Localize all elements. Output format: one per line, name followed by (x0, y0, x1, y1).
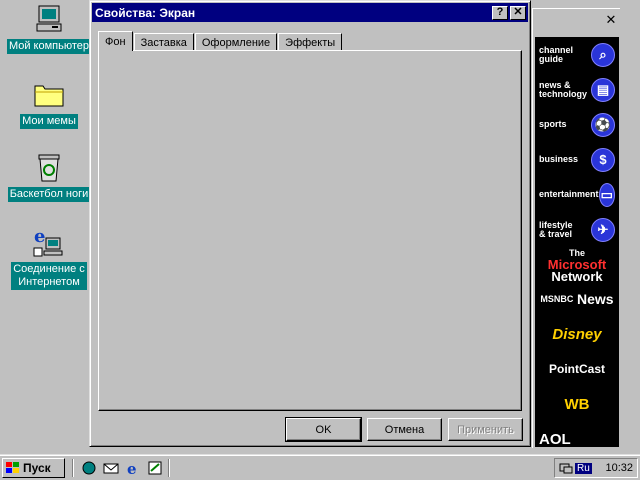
business-icon: $ (591, 147, 615, 172)
news-technology-item[interactable]: news & technology ▤ (535, 72, 619, 107)
tab-background[interactable]: Фон (98, 31, 133, 51)
business-item[interactable]: business $ (535, 142, 619, 177)
computer-icon (32, 2, 66, 36)
ok-button[interactable]: OK (285, 417, 362, 442)
show-desktop-icon[interactable] (80, 459, 98, 477)
desktop: Мой компьютер Мои мемы Баскетбол ноги e (0, 0, 640, 454)
start-label: Пуск (23, 461, 51, 475)
clock[interactable]: 10:32 (605, 462, 633, 474)
dialog-titlebar[interactable]: Свойства: Экран ? ✕ (92, 3, 528, 22)
close-button[interactable]: ✕ (510, 5, 526, 20)
svg-text:e: e (127, 460, 137, 476)
desktop-icon-memes-folder[interactable]: Мои мемы (4, 77, 94, 129)
svg-text:e: e (34, 226, 45, 247)
desktop-icon-label: Мой компьютер (6, 39, 92, 54)
channel-list: channel guide ⌕ news & technology ▤ sports… (535, 37, 619, 447)
cancel-button[interactable]: Отмена (367, 418, 442, 441)
sports-item[interactable]: sports ⚽ (535, 107, 619, 142)
display-properties-dialog: Свойства: Экран ? ✕ Фон Заставка Оформле… (89, 0, 531, 447)
taskbar-separator (168, 459, 170, 477)
travel-icon: ✈ (591, 217, 615, 242)
windows-logo-icon (6, 462, 20, 474)
tab-screensaver[interactable]: Заставка (133, 33, 194, 51)
sports-icon: ⚽ (591, 112, 615, 137)
channels-icon[interactable] (146, 459, 164, 477)
recycle-bin-icon (32, 150, 66, 184)
disney-logo[interactable]: Disney (535, 317, 619, 352)
channel-guide-item[interactable]: channel guide ⌕ (535, 37, 619, 72)
taskbar: Пуск e Ru 10:32 (0, 454, 640, 480)
tab-strip: Фон Заставка Оформление Эффекты (98, 31, 343, 51)
lifestyle-travel-item[interactable]: lifestyle & travel ✈ (535, 212, 619, 247)
channel-bar-close-icon[interactable]: ✕ (604, 13, 618, 27)
language-indicator[interactable]: Ru (575, 462, 592, 474)
desktop-icon-label: Соединение с Интернетом (11, 262, 87, 290)
desktop-icon-my-computer[interactable]: Мой компьютер (4, 2, 94, 54)
news-icon: ▤ (591, 77, 615, 102)
tab-panel (98, 50, 522, 411)
network-tray-icon[interactable] (559, 461, 573, 478)
outlook-express-icon[interactable] (102, 459, 120, 477)
taskbar-separator (72, 459, 74, 477)
start-button[interactable]: Пуск (2, 458, 65, 478)
desktop-icon-internet-connection[interactable]: e Соединение с Интернетом (4, 225, 94, 290)
help-button[interactable]: ? (492, 5, 508, 20)
warner-bros-logo[interactable]: WB (535, 387, 619, 422)
pointcast-logo[interactable]: PointCast (535, 352, 619, 387)
msn-channel-logo[interactable]: The Microsoft Network (535, 247, 619, 283)
apply-button[interactable]: Применить (448, 418, 523, 441)
msnbc-news-logo[interactable]: MSNBC News (535, 282, 619, 317)
system-tray: Ru 10:32 (554, 458, 638, 478)
desktop-icon-recycle-bin[interactable]: Баскетбол ноги (4, 150, 94, 202)
dialog-title: Свойства: Экран (95, 5, 196, 20)
channel-bar: ✕ channel guide ⌕ news & technology ▤ spor… (532, 8, 620, 448)
tab-appearance[interactable]: Оформление (194, 33, 278, 51)
entertainment-item[interactable]: entertainment ▭ (535, 177, 619, 212)
aol-logo[interactable]: AOL (535, 422, 619, 447)
tab-effects[interactable]: Эффекты (278, 33, 343, 51)
desktop-icon-label: Баскетбол ноги (7, 187, 91, 202)
internet-connection-icon: e (32, 225, 66, 259)
desktop-icon-label: Мои мемы (20, 114, 78, 129)
folder-icon (32, 77, 66, 111)
entertainment-icon: ▭ (598, 182, 615, 207)
channel-guide-icon: ⌕ (591, 42, 615, 67)
ie-icon[interactable]: e (124, 459, 142, 477)
